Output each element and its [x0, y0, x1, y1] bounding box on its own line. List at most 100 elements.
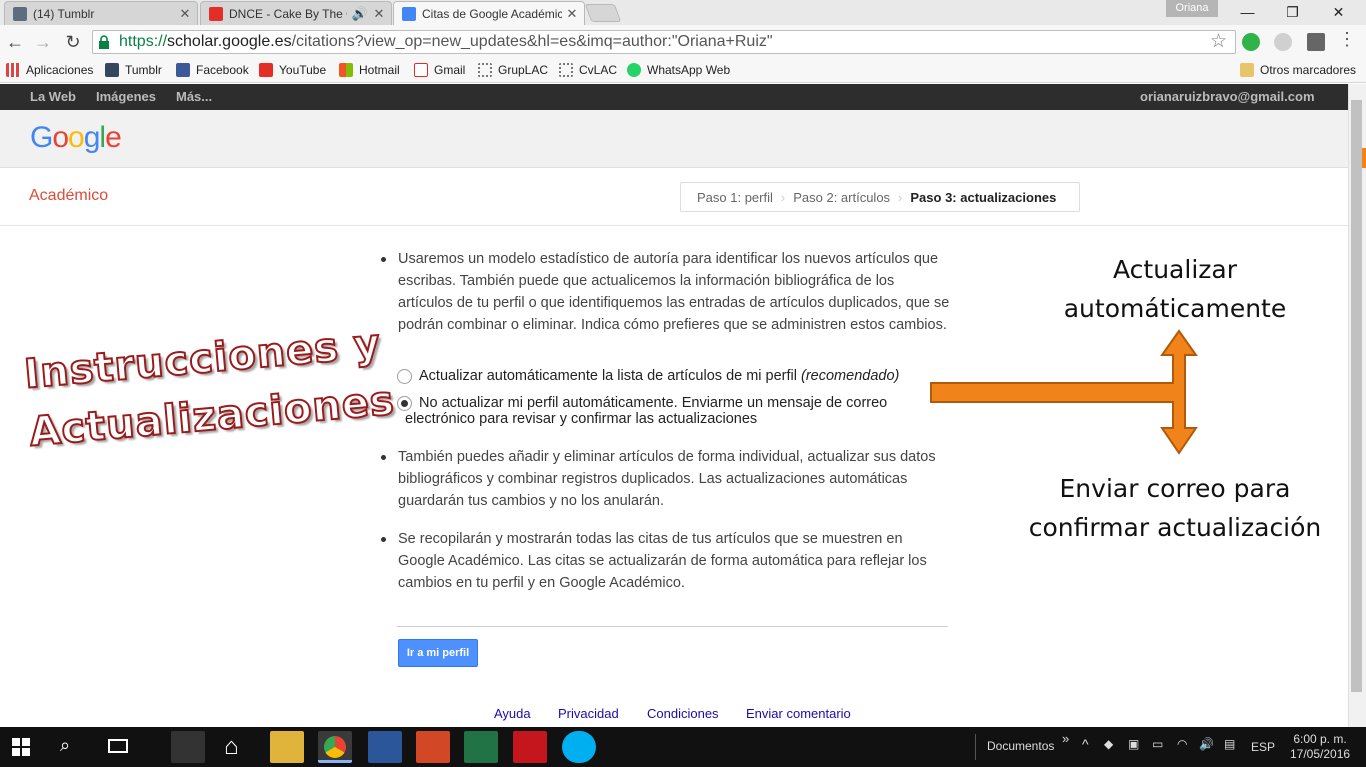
bookmark-label: Facebook [196, 63, 249, 77]
clock-date: 17/05/2016 [1290, 747, 1351, 761]
double-arrow-icon [930, 329, 1198, 455]
task-view-icon[interactable] [108, 739, 128, 753]
skype-extension-icon[interactable] [1274, 33, 1292, 51]
windows-start-icon[interactable] [12, 738, 30, 756]
go-to-profile-button[interactable]: Ir a mi perfil [398, 639, 478, 667]
search-icon[interactable]: ⌕ [60, 735, 70, 756]
profile-badge[interactable]: Oriana [1166, 0, 1218, 17]
hotmail-icon [339, 63, 353, 77]
menu-icon[interactable]: ⋮ [1338, 29, 1356, 50]
security-icon[interactable]: ▣ [1128, 737, 1139, 751]
tab-youtube[interactable]: DNCE - Cake By The Oc 🔊 ✕ [200, 1, 392, 25]
gruplac-icon [478, 63, 492, 77]
step-2[interactable]: Paso 2: artículos [785, 190, 890, 205]
chevron-more-icon[interactable]: » [1062, 731, 1069, 746]
tumblr-icon [105, 63, 119, 77]
radio-manual[interactable] [397, 396, 412, 411]
bookmark-item[interactable]: CvLAC [559, 61, 617, 79]
footer-feedback[interactable]: Enviar comentario [746, 706, 851, 721]
notifications-icon[interactable]: ▤ [1224, 737, 1235, 751]
restore-icon[interactable]: ❐ [1270, 0, 1315, 24]
file-explorer-icon[interactable] [270, 731, 304, 763]
bookmark-item[interactable]: Facebook [176, 61, 249, 79]
option-manual-label-2: electrónico para revisar y confirmar las… [405, 411, 758, 427]
close-window-icon[interactable]: ✕ [1316, 0, 1361, 24]
chrome-taskbar-icon[interactable] [318, 731, 352, 763]
section-title[interactable]: Académico [29, 187, 108, 205]
tab-tumblr[interactable]: (14) Tumblr ✕ [4, 1, 198, 25]
excel-icon[interactable] [464, 731, 498, 763]
acrobat-icon[interactable] [513, 731, 547, 763]
bookmark-label: Otros marcadores [1260, 63, 1357, 77]
footer-help[interactable]: Ayuda [494, 706, 531, 721]
option-manual-update[interactable]: No actualizar mi perfil automáticamente.… [397, 395, 887, 427]
clock[interactable]: 6:00 p. m. 17/05/2016 [1290, 732, 1350, 762]
speaker-icon: 🔊 [351, 5, 369, 21]
user-email[interactable]: orianaruizbravo@gmail.com [1140, 84, 1315, 110]
language-indicator[interactable]: ESP [1251, 740, 1275, 754]
bookmark-item[interactable]: Tumblr [105, 61, 162, 79]
option-manual-label: No actualizar mi perfil automáticamente.… [419, 395, 888, 411]
powerpoint-icon[interactable] [416, 731, 450, 763]
chevron-up-icon[interactable]: ^ [1082, 736, 1089, 752]
toolbar-documents[interactable]: Documentos [987, 739, 1054, 753]
other-bookmarks[interactable]: Otros marcadores [1240, 61, 1356, 79]
extension-icon[interactable] [1307, 33, 1325, 51]
word-icon[interactable] [368, 731, 402, 763]
link-web[interactable]: La Web [30, 84, 76, 110]
skype-icon[interactable] [562, 731, 596, 763]
radio-auto[interactable] [397, 369, 412, 384]
footer-terms[interactable]: Condiciones [647, 706, 719, 721]
link-images[interactable]: Imágenes [96, 84, 156, 110]
new-tab-button[interactable] [584, 4, 622, 22]
footer-privacy[interactable]: Privacidad [558, 706, 619, 721]
clock-time: 6:00 p. m. [1293, 732, 1347, 746]
bookmark-label: Hotmail [359, 63, 400, 77]
url-scheme: https:// [119, 33, 168, 50]
step-3: Paso 3: actualizaciones [910, 189, 1057, 205]
volume-icon[interactable]: 🔊 [1199, 737, 1214, 751]
bookmark-star-icon[interactable]: ☆ [1210, 30, 1227, 53]
grammarly-icon[interactable] [1242, 33, 1260, 51]
wifi-icon[interactable]: ◠ [1177, 737, 1187, 751]
scholar-icon [402, 6, 416, 21]
annotation-mail-line1: Enviar correo para [1059, 474, 1291, 503]
scroll-marker [1362, 148, 1366, 168]
scholar-subheader [0, 168, 1348, 226]
bookmark-label: Aplicaciones [26, 63, 94, 77]
close-tab-icon[interactable]: ✕ [179, 6, 191, 22]
step-breadcrumb: Paso 1: perfil › Paso 2: artículos › Pas… [680, 182, 1080, 212]
chevron-right-icon: › [780, 189, 786, 205]
tab-title: Citas de Google Académic [422, 6, 562, 21]
bookmark-label: Tumblr [125, 63, 162, 77]
tab-scholar[interactable]: Citas de Google Académic ✕ [393, 1, 585, 25]
divider [397, 626, 948, 627]
minimize-icon[interactable]: — [1225, 0, 1270, 24]
bookmark-item[interactable]: Aplicaciones [6, 61, 93, 79]
reload-icon[interactable]: ↻ [61, 31, 85, 53]
annotation-mail: Enviar correo para confirmar actualizaci… [1020, 469, 1330, 547]
lock-icon [99, 35, 109, 49]
bookmark-item[interactable]: WhatsApp Web [627, 61, 730, 79]
apps-icon [6, 63, 20, 77]
battery-icon[interactable]: ▭ [1152, 737, 1163, 751]
store-icon[interactable] [171, 731, 205, 763]
scrollbar-thumb[interactable] [1351, 100, 1362, 692]
google-logo[interactable]: Google [30, 121, 122, 155]
bookmark-item[interactable]: Hotmail [339, 61, 400, 79]
home-icon[interactable]: ⌂ [224, 733, 239, 761]
url-path: /citations?view_op=new_updates&hl=es&imq… [291, 33, 773, 50]
option-auto-update[interactable]: Actualizar automáticamente la lista de a… [397, 368, 899, 384]
forward-icon[interactable]: → [31, 31, 55, 53]
close-tab-icon[interactable]: ✕ [373, 6, 385, 22]
address-bar[interactable]: https://scholar.google.es/citations?view… [92, 30, 1236, 54]
dropbox-icon[interactable]: ◆ [1104, 737, 1113, 751]
bookmark-item[interactable]: GrupLAC [478, 61, 548, 79]
step-1[interactable]: Paso 1: perfil [681, 190, 773, 205]
close-tab-icon[interactable]: ✕ [566, 6, 578, 22]
gmail-icon [414, 63, 428, 77]
back-icon[interactable]: ← [3, 31, 27, 53]
bookmark-item[interactable]: Gmail [414, 61, 465, 79]
link-more[interactable]: Más... [176, 84, 212, 110]
bookmark-item[interactable]: YouTube [259, 61, 326, 79]
